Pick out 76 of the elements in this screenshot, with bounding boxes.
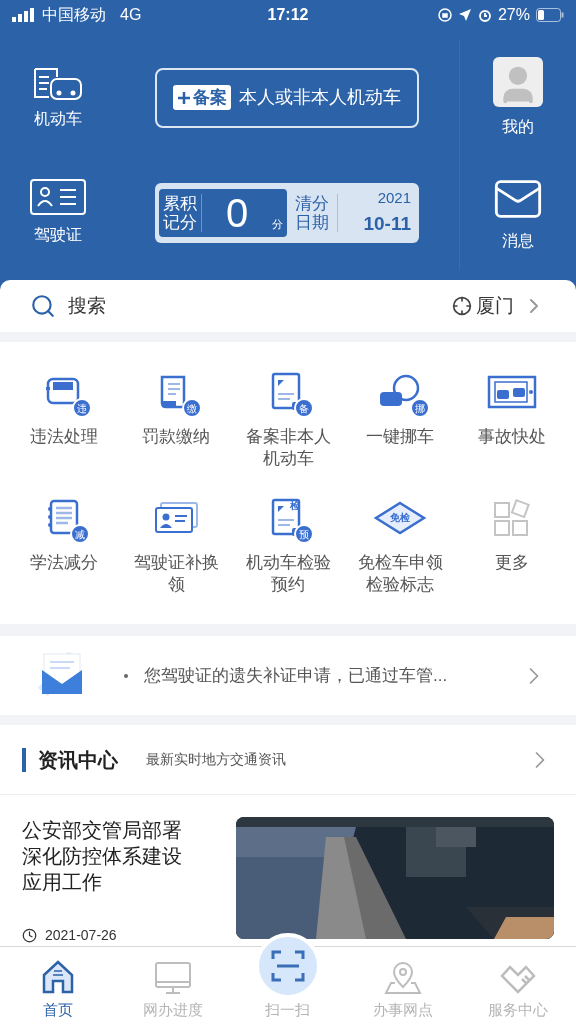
service-item[interactable]: 缴 罚款缴纳 [120, 370, 232, 471]
register-text: 本人或非本人机动车 [239, 86, 401, 109]
more-icon [493, 499, 531, 538]
clear-date-label: 清分 [295, 193, 329, 213]
diamond-sign-icon [373, 501, 427, 536]
license-label: 驾驶证 [33, 224, 82, 245]
icon-badge: 减 [70, 524, 90, 545]
service-label: 机动车检验预约 [244, 552, 332, 597]
service-item[interactable]: 更多 [456, 496, 568, 597]
points-label: 记分 [163, 212, 197, 232]
register-tag-text: 备案 [193, 86, 227, 109]
points-value: 0 [224, 189, 250, 237]
alarm-icon [477, 8, 492, 22]
service-label: 事故快处 [477, 426, 547, 449]
clear-date: 10-11 [363, 211, 411, 236]
carrier-name: 中国移动 [42, 5, 106, 25]
points-plate[interactable]: 累积 记分 0 分 清分 日期 2021 10-11 [155, 182, 419, 243]
battery-percent: 27% [497, 5, 530, 25]
service-item[interactable]: 违 违法处理 [8, 370, 120, 471]
service-label: 驾驶证补换领 [132, 552, 220, 597]
vehicle-label: 机动车 [33, 108, 82, 129]
news-date: 2021-07-26 [45, 926, 117, 945]
id-card-icon [29, 178, 86, 215]
clear-year: 2021 [377, 188, 411, 208]
search-placeholder: 搜索 [68, 293, 107, 318]
signal-icon [12, 8, 36, 22]
notice-bullet [124, 673, 128, 678]
service-label: 更多 [494, 552, 530, 575]
map-pin-icon [383, 960, 424, 995]
id-card-icon [153, 501, 199, 536]
clock-time: 17:12 [266, 5, 310, 25]
network-type: 4G [120, 5, 142, 25]
accident-icon [487, 375, 537, 410]
plus-icon [177, 90, 191, 105]
location-icon [457, 8, 472, 22]
service-label: 备案非本人机动车 [244, 426, 332, 471]
service-label: 罚款缴纳 [141, 426, 211, 449]
service-item[interactable]: 免检 免检车申领检验标志 [344, 496, 456, 597]
service-item[interactable]: 事故快处 [456, 370, 568, 471]
service-item[interactable]: 备 备案非本人机动车 [232, 370, 344, 471]
monitor-icon [153, 960, 192, 995]
notice-text: 您驾驶证的遗失补证申请，已通过车管... [144, 664, 449, 687]
profile-label: 我的 [502, 116, 534, 137]
battery-icon [536, 8, 564, 22]
search-icon [30, 293, 56, 319]
search-bar[interactable]: 搜索 厦门 [0, 280, 576, 333]
clear-date-label: 日期 [295, 212, 329, 232]
messages-label: 消息 [502, 230, 534, 251]
location-icon [452, 296, 472, 316]
section-title: 资讯中心 [38, 747, 118, 773]
section-subtitle: 最新实时地方交通资讯 [146, 750, 287, 769]
icon-badge: 违 [72, 398, 92, 419]
service-item[interactable]: 减 学法减分 [8, 496, 120, 597]
register-plate[interactable]: 备案 本人或非本人机动车 [155, 67, 419, 128]
service-item[interactable]: 挪 一键挪车 [344, 370, 456, 471]
tab-bar-item[interactable]: 首页 [0, 947, 116, 1024]
service-label: 一键挪车 [365, 426, 435, 449]
points-label: 累积 [163, 193, 197, 213]
news-title: 公安部交管局部署深化防控体系建设应用工作 [22, 818, 183, 895]
sign-label: 免检 [390, 512, 410, 525]
rotation-lock-icon [437, 8, 452, 22]
city-name: 厦门 [476, 293, 514, 318]
icon-badge: 预 [294, 524, 314, 545]
scan-icon [271, 948, 305, 983]
service-label: 学法减分 [29, 552, 99, 575]
section-marker [22, 747, 26, 772]
icon-badge: 备 [294, 398, 314, 419]
icon-badge: 挪 [410, 398, 430, 419]
service-label: 免检车申领检验标志 [356, 552, 444, 597]
service-item[interactable]: 驾驶证补换领 [120, 496, 232, 597]
clock-icon [22, 928, 37, 943]
points-unit: 分 [272, 217, 283, 232]
service-label: 违法处理 [29, 426, 99, 449]
avatar[interactable] [493, 56, 543, 107]
icon-badge: 缴 [182, 398, 202, 419]
notice-row[interactable]: 您驾驶证的遗失补证申请，已通过车管... [0, 636, 576, 715]
